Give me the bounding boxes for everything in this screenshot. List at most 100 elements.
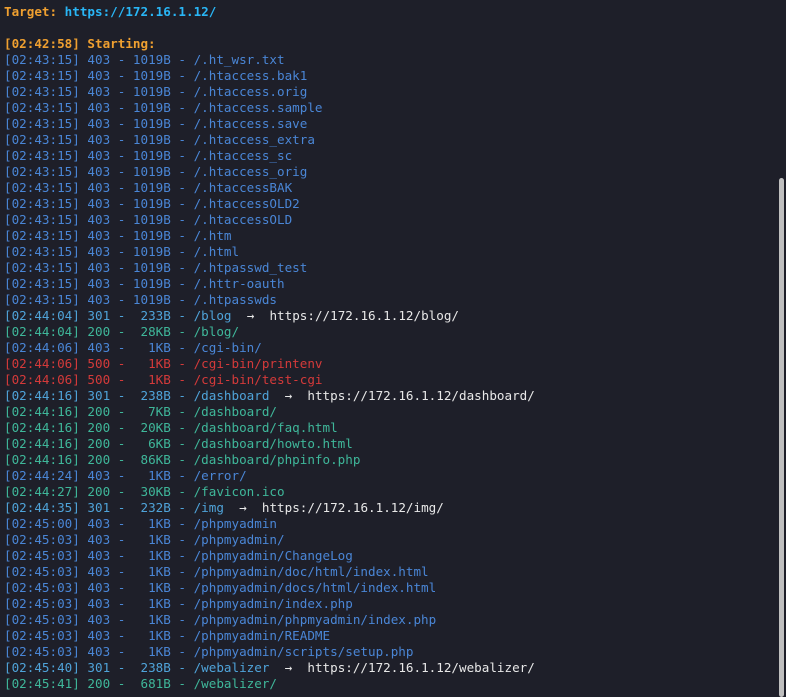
result-status: 403 [87,212,111,227]
result-separator: - [170,580,194,595]
redirect-arrow-icon: → [239,500,247,515]
result-size: 1019B [132,52,171,67]
result-size: 1KB [132,628,171,643]
result-status: 403 [87,548,111,563]
result-time: [02:45:41] [4,676,80,691]
result-separator: - [170,612,194,627]
result-separator: - [110,148,133,163]
scan-results-list: [02:43:15] 403 - 1019B - /.ht_wsr.txt [02… [4,52,535,692]
result-spacer [254,308,269,323]
result-path: /.htaccess_extra [193,132,315,147]
result-separator: - [170,452,194,467]
result-row: [02:45:03] 403 - 1KB - /phpmyadmin/READM… [4,628,535,644]
result-status: 403 [87,292,111,307]
result-time: [02:43:15] [4,148,80,163]
result-time: [02:43:15] [4,196,80,211]
result-separator: - [110,164,133,179]
result-separator: - [170,340,194,355]
result-separator: - [170,356,194,371]
result-spacer [224,500,239,515]
result-status: 403 [87,468,111,483]
result-size: 1019B [132,132,171,147]
result-separator: - [110,52,133,67]
result-time: [02:45:03] [4,580,80,595]
result-separator: - [170,388,194,403]
result-size: 1KB [132,548,171,563]
result-time: [02:43:15] [4,52,80,67]
result-size: 28KB [132,324,171,339]
result-size: 1KB [132,644,171,659]
result-status: 200 [87,484,111,499]
result-path: /.htpasswd_test [193,260,308,275]
result-row: [02:45:40] 301 - 238B - /webalizer → htt… [4,660,535,676]
result-separator: - [170,468,194,483]
result-row: [02:45:03] 403 - 1KB - /phpmyadmin/index… [4,596,535,612]
result-separator: - [170,116,194,131]
redirect-url: https://172.16.1.12/webalizer/ [307,660,535,675]
result-size: 1019B [132,68,171,83]
result-status: 403 [87,596,111,611]
result-status: 403 [87,532,111,547]
result-row: [02:45:03] 403 - 1KB - /phpmyadmin/scrip… [4,644,535,660]
result-status: 403 [87,612,111,627]
result-path: /phpmyadmin/README [193,628,331,643]
result-status: 403 [87,100,111,115]
result-separator: - [170,404,194,419]
result-row: [02:45:03] 403 - 1KB - /phpmyadmin/docs/… [4,580,535,596]
result-size: 1KB [132,532,171,547]
result-size: 1KB [132,596,171,611]
result-separator: - [170,228,194,243]
result-status: 301 [87,660,111,675]
result-separator: - [170,628,194,643]
result-path: /dashboard/faq.html [193,420,338,435]
result-status: 403 [87,84,111,99]
result-size: 1KB [132,356,171,371]
result-row: [02:45:41] 200 - 681B - /webalizer/ [4,676,535,692]
result-separator: - [170,516,194,531]
result-status: 301 [87,308,111,323]
result-row: [02:44:35] 301 - 232B - /img → https://1… [4,500,535,516]
result-size: 1019B [132,148,171,163]
result-spacer [269,660,284,675]
result-time: [02:43:15] [4,164,80,179]
result-separator: - [110,644,133,659]
result-time: [02:44:16] [4,420,80,435]
result-separator: - [110,132,133,147]
result-separator: - [110,100,133,115]
result-separator: - [170,244,194,259]
result-status: 403 [87,196,111,211]
result-separator: - [110,660,133,675]
result-size: 1019B [132,100,171,115]
result-separator: - [110,532,133,547]
result-separator: - [110,212,133,227]
result-path: /cgi-bin/ [193,340,262,355]
result-time: [02:45:40] [4,660,80,675]
scrollbar-thumb[interactable] [779,178,784,697]
result-row: [02:43:15] 403 - 1019B - /.htaccess_orig [4,164,535,180]
result-path: /blog/ [193,324,240,339]
result-size: 1KB [132,516,171,531]
result-row: [02:45:03] 403 - 1KB - /phpmyadmin/Chang… [4,548,535,564]
result-size: 20KB [132,420,171,435]
vertical-scrollbar[interactable] [776,0,786,697]
result-path: /img [193,500,224,515]
target-url[interactable]: https://172.16.1.12/ [65,4,217,19]
result-size: 1019B [132,260,171,275]
result-separator: - [110,484,133,499]
result-separator: - [110,292,133,307]
result-separator: - [170,596,194,611]
result-row: [02:45:00] 403 - 1KB - /phpmyadmin [4,516,535,532]
result-time: [02:44:24] [4,468,80,483]
result-size: 1019B [132,228,171,243]
result-status: 200 [87,404,111,419]
result-time: [02:43:15] [4,100,80,115]
result-status: 403 [87,148,111,163]
result-time: [02:44:04] [4,308,80,323]
result-separator: - [110,116,133,131]
result-path: /phpmyadmin/ [193,532,285,547]
result-separator: - [110,244,133,259]
result-separator: - [170,324,194,339]
result-size: 232B [132,500,171,515]
result-separator: - [110,68,133,83]
result-status: 403 [87,580,111,595]
